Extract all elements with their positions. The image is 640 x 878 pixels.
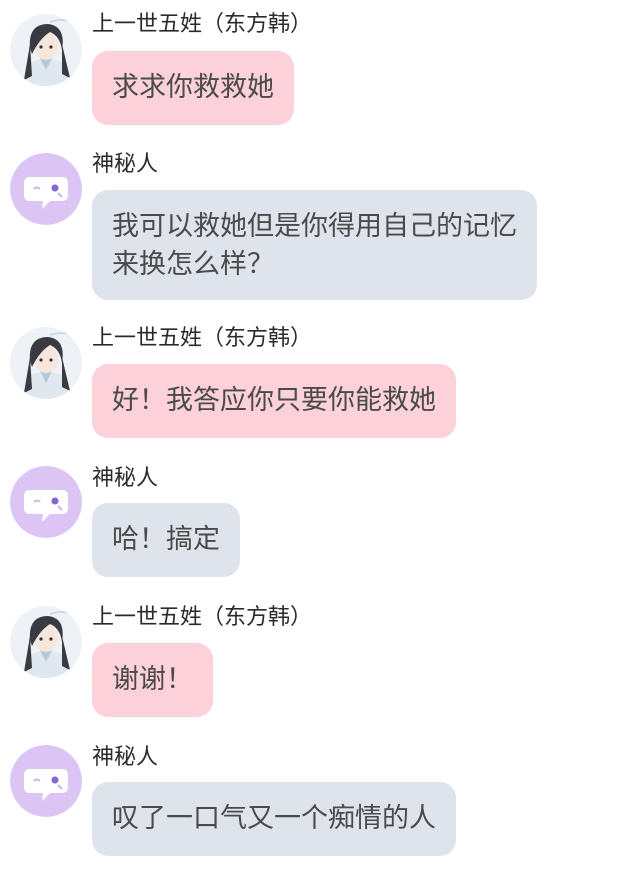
mystery-chat-avatar[interactable] [10,745,82,817]
message-bubble[interactable]: 求求你救救她 [92,51,294,125]
mystery-chat-avatar[interactable] [10,466,82,538]
message-bubble[interactable]: 哈！搞定 [92,503,240,577]
anime-character-avatar[interactable] [10,606,82,678]
sender-name: 上一世五姓（东方韩） [92,326,313,351]
message-text: 谢谢！ [112,664,193,695]
message-bubble[interactable]: 好！我答应你只要你能救她 [92,364,456,438]
message-text: 好！我答应你只要你能救她 [112,385,436,416]
sender-name: 上一世五姓（东方韩） [92,605,313,630]
message-text: 来换怎么样？ [112,249,274,280]
anime-character-avatar[interactable] [10,14,82,86]
message-bubble[interactable]: 我可以救她但是你得用自己的记忆 来换怎么样？ [92,190,537,300]
sender-name: 上一世五姓（东方韩） [92,12,313,37]
message-bubble[interactable]: 谢谢！ [92,643,213,717]
sender-name: 神秘人 [92,745,159,770]
message-text: 求求你救救她 [112,72,274,103]
message-text: 叹了一口气又一个痴情的人 [112,803,436,834]
chat-log: 上一世五姓（东方韩） 求求你救救她 神秘人 我可以救她但是你得用自己的记忆 来换… [0,0,640,878]
sender-name: 神秘人 [92,152,159,177]
message-text: 哈！搞定 [112,524,220,555]
anime-character-avatar[interactable] [10,327,82,399]
mystery-chat-avatar[interactable] [10,153,82,225]
sender-name: 神秘人 [92,466,159,491]
message-bubble[interactable]: 叹了一口气又一个痴情的人 [92,782,456,856]
message-text: 我可以救她但是你得用自己的记忆 [112,211,517,242]
